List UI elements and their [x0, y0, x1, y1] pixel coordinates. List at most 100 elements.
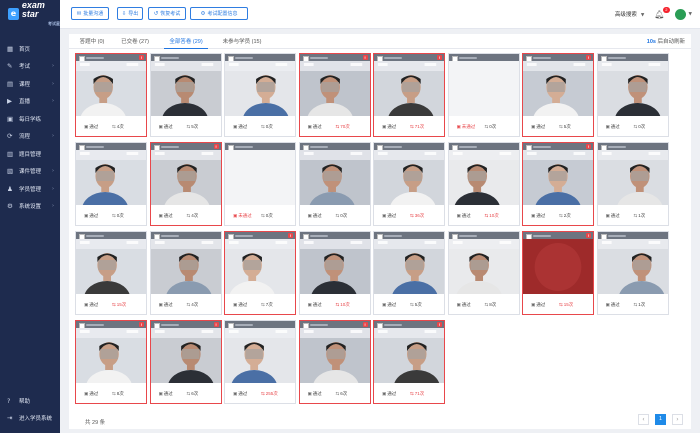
webcam-snapshot[interactable]	[225, 61, 295, 118]
webcam-snapshot[interactable]	[299, 61, 370, 118]
tab-3[interactable]: 未参与学员 (15)	[219, 36, 265, 48]
proctor-card[interactable]: ▣通过 ⇆4次	[149, 231, 222, 315]
proctor-card[interactable]: ▣通过 ⇆255次	[224, 320, 296, 404]
proctor-card[interactable]: ▣未通过 ⇆0次	[447, 53, 520, 137]
proctor-card[interactable]: ! ▣通过 ⇆6次	[149, 320, 222, 404]
sidebar-item-grid[interactable]: ▦ 首页	[0, 40, 60, 58]
student-name-blurred	[458, 56, 477, 59]
proctor-card[interactable]: ▣通过 ⇆0次	[596, 53, 669, 137]
proctor-card[interactable]: ! ▣通过 ⇆2次	[522, 142, 594, 226]
proctor-card[interactable]: ▣通过 ⇆36次	[373, 142, 445, 226]
student-name-blurred	[235, 234, 253, 237]
sidebar-item-flow[interactable]: ⟳ 流程 ›	[0, 128, 60, 146]
sidebar-item-label: 学员管理	[19, 186, 42, 193]
advanced-search-select[interactable]: 高级搜索 ▼	[615, 10, 644, 18]
logo-text: exam star	[21, 0, 45, 19]
sidebar-item-live[interactable]: ▶ 直播 ›	[0, 93, 60, 111]
tab-0[interactable]: 答题中 (0)	[74, 36, 110, 48]
webcam-snapshot[interactable]	[597, 61, 668, 118]
proctor-card[interactable]: ▣通过 ⇆1次	[596, 142, 669, 226]
proctor-card[interactable]: ! ▣通过 ⇆15次	[522, 231, 594, 315]
webcam-snapshot[interactable]	[225, 328, 295, 385]
proctor-card[interactable]: ▣未通过 ⇆0次	[224, 142, 296, 226]
page-number[interactable]: 1	[655, 414, 666, 425]
webcam-snapshot[interactable]	[374, 150, 444, 207]
webcam-snapshot[interactable]	[299, 150, 370, 207]
tab-1[interactable]: 已交卷 (27)	[116, 36, 154, 48]
webcam-snapshot[interactable]	[374, 239, 444, 296]
proctor-card[interactable]: ▣通过 ⇆0次	[298, 142, 371, 226]
card-header: !	[225, 232, 295, 240]
webcam-snapshot[interactable]	[523, 61, 593, 118]
pass-icon: ▣	[233, 125, 238, 130]
proctor-card[interactable]: ! ▣通过 ⇆5次	[522, 53, 594, 137]
switch-count-label: 8次	[489, 302, 497, 307]
webcam-snapshot[interactable]	[299, 239, 370, 296]
webcam-snapshot[interactable]	[150, 239, 221, 296]
sidebar-bottom-help[interactable]: ? 帮助	[0, 392, 60, 410]
prev-page-button[interactable]: ‹	[638, 414, 649, 425]
proctor-card[interactable]: ▣通过 ⇆10次	[447, 142, 520, 226]
webcam-snapshot[interactable]	[76, 239, 146, 296]
sidebar-item-gear[interactable]: ⚙ 系统设置 ›	[0, 198, 60, 216]
proctor-card[interactable]: ▣通过 ⇆5次	[373, 231, 445, 315]
webcam-snapshot[interactable]	[597, 150, 668, 207]
bell-icon[interactable]: 🔔︎ 2	[654, 6, 670, 19]
proctor-card[interactable]: ! ▣通过 ⇆6次	[298, 320, 371, 404]
webcam-snapshot[interactable]	[523, 239, 593, 296]
proctor-card[interactable]: ▣通过 ⇆8次	[447, 231, 520, 315]
webcam-snapshot[interactable]	[448, 239, 519, 296]
webcam-snapshot[interactable]	[299, 328, 370, 385]
next-page-button[interactable]: ›	[672, 414, 683, 425]
webcam-snapshot[interactable]	[448, 61, 519, 118]
avatar-chevron-icon[interactable]: ▼	[689, 12, 692, 17]
sidebar-item-calendar[interactable]: ▣ 每日学练	[0, 110, 60, 128]
proctor-card[interactable]: ! ▣通过 ⇆71次	[373, 320, 445, 404]
export-button[interactable]: ⇩ 导出	[117, 7, 143, 20]
webcam-snapshot[interactable]	[374, 61, 444, 118]
card-footer: ▣通过 ⇆15次	[76, 294, 146, 314]
webcam-snapshot[interactable]	[225, 150, 295, 207]
webcam-snapshot[interactable]	[523, 150, 593, 207]
card-footer: ▣通过 ⇆1次	[597, 205, 668, 225]
tab-2[interactable]: 全部答卷 (29)	[164, 36, 208, 49]
sidebar-item-student[interactable]: ♟ 学员管理 ›	[0, 180, 60, 198]
avatar[interactable]	[674, 8, 686, 20]
tab-bar: 答题中 (0) 已交卷 (27) 全部答卷 (29) 未参与学员 (15)	[69, 34, 691, 49]
exam-config-button[interactable]: ⚙ 考试配置信息	[190, 7, 248, 20]
proctor-card[interactable]: ! ▣通过 ⇆71次	[373, 53, 445, 137]
webcam-snapshot[interactable]	[76, 150, 146, 207]
proctor-card[interactable]: ▣通过 ⇆1次	[596, 231, 669, 315]
proctor-card[interactable]: ! ▣通过 ⇆70次	[298, 53, 371, 137]
proctor-card[interactable]: ! ▣通过 ⇆4次	[75, 53, 147, 137]
proctor-card[interactable]: ! ▣通过 ⇆7次	[224, 231, 296, 315]
resume-exam-button[interactable]: ↺ 恢复考试	[148, 7, 186, 20]
webcam-snapshot[interactable]	[225, 239, 295, 296]
sidebar-item-question[interactable]: ▥ 题目管理	[0, 145, 60, 163]
proctor-card[interactable]: ▣通过 ⇆0次	[224, 53, 296, 137]
student-name-blurred	[309, 323, 328, 326]
webcam-snapshot[interactable]	[150, 61, 221, 118]
batch-message-button[interactable]: ✉ 批量沟通	[71, 7, 109, 20]
proctor-card[interactable]: ▣通过 ⇆10次	[298, 231, 371, 315]
proctor-card[interactable]: ! ▣通过 ⇆4次	[149, 142, 222, 226]
sidebar-item-exam[interactable]: ✎ 考试 ›	[0, 58, 60, 76]
webcam-snapshot[interactable]	[374, 328, 444, 385]
webcam-snapshot[interactable]	[76, 61, 146, 118]
logo[interactable]: e exam star 考试星	[0, 0, 60, 28]
proctor-card[interactable]: ▣通过 ⇆0次	[75, 142, 147, 226]
webcam-snapshot[interactable]	[150, 328, 221, 385]
proctor-card[interactable]: ! ▣通过 ⇆8次	[75, 320, 147, 404]
sidebar-item-courseware[interactable]: ▧ 课件管理 ›	[0, 163, 60, 181]
result-label: 通过	[89, 213, 99, 218]
webcam-snapshot[interactable]	[76, 328, 146, 385]
webcam-snapshot[interactable]	[150, 150, 221, 207]
sidebar-bottom-enter[interactable]: ⇥ 进入学员系统	[0, 410, 60, 428]
webcam-snapshot[interactable]	[597, 239, 668, 296]
proctor-card[interactable]: ▣通过 ⇆15次	[75, 231, 147, 315]
student-name-blurred	[607, 234, 626, 237]
webcam-snapshot[interactable]	[448, 150, 519, 207]
sidebar-item-course[interactable]: ▤ 课程 ›	[0, 75, 60, 93]
proctor-card[interactable]: ▣通过 ⇆5次	[149, 53, 222, 137]
switch-count: ⇆10次	[336, 302, 350, 308]
